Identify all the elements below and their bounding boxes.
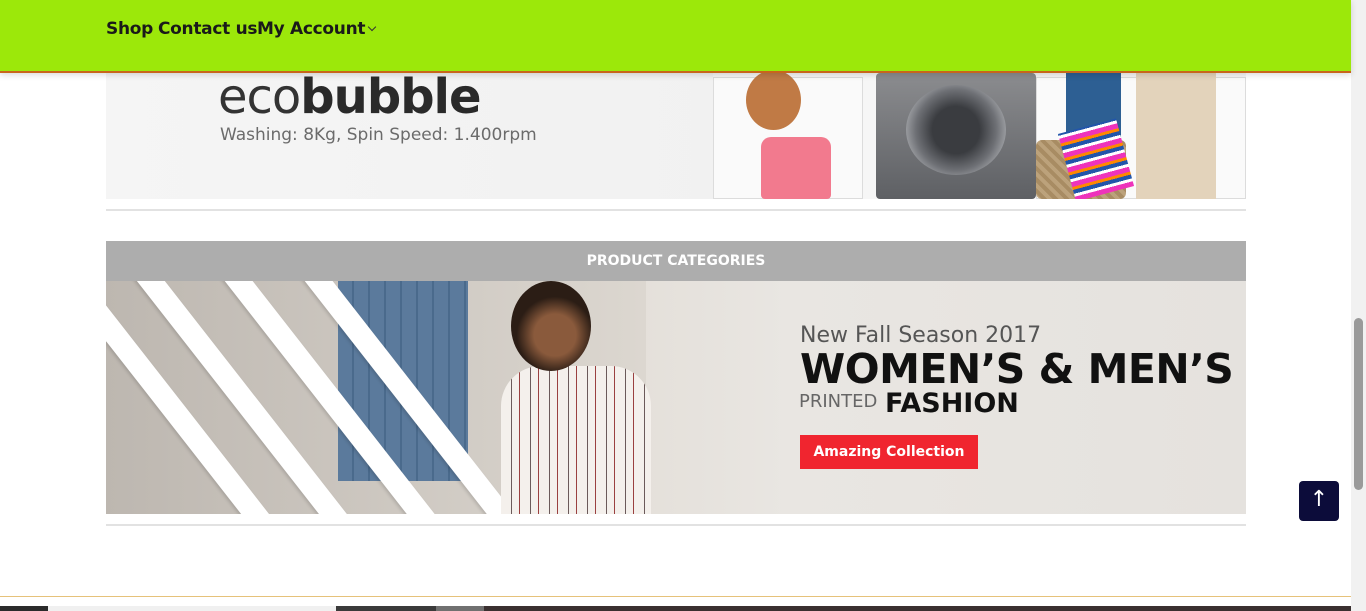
- ecobubble-title: ecobubble: [218, 69, 482, 125]
- scroll-to-top-button[interactable]: ↑: [1299, 481, 1339, 521]
- ecobubble-banner[interactable]: ecobubble Washing: 8Kg, Spin Speed: 1.40…: [106, 55, 1246, 199]
- model-head: [511, 281, 591, 371]
- footer-image-strip: [0, 606, 1351, 611]
- product-categories-header: PRODUCT CATEGORIES: [106, 241, 1246, 281]
- ecobubble-subtitle: Washing: 8Kg, Spin Speed: 1.400rpm: [220, 125, 537, 145]
- arrow-up-icon: ↑: [1309, 487, 1329, 512]
- fashion-banner[interactable]: New Fall Season 2017 WOMEN’S & MEN’S PRI…: [106, 281, 1246, 514]
- chevron-down-icon: [368, 22, 377, 32]
- banner-girl-head: [746, 70, 801, 130]
- fashion-word: FASHION: [885, 388, 1019, 419]
- ecobubble-title-bold: bubble: [300, 69, 481, 125]
- nav-contact-link[interactable]: Contact us: [158, 19, 258, 39]
- fashion-title: WOMEN’S & MEN’S: [800, 345, 1234, 393]
- amazing-collection-button[interactable]: Amazing Collection: [800, 435, 978, 469]
- banner-person-legs: [1136, 65, 1216, 199]
- nav-my-account-dropdown[interactable]: My Account: [257, 19, 377, 39]
- washer-door: [906, 85, 1006, 175]
- nav-my-account-label: My Account: [257, 19, 366, 39]
- model-dress: [501, 366, 651, 514]
- page-scrollbar[interactable]: [1351, 0, 1366, 611]
- section-divider: [106, 524, 1246, 526]
- top-navbar: Shop Contact us My Account: [0, 0, 1351, 73]
- section-divider: [106, 209, 1246, 211]
- fashion-printed-text: PRINTED: [799, 391, 878, 412]
- nav-shop-link[interactable]: Shop: [106, 19, 153, 39]
- scrollbar-thumb[interactable]: [1354, 318, 1363, 490]
- banner-pink-shirt: [761, 137, 831, 199]
- ecobubble-title-light: eco: [218, 69, 301, 125]
- footer-top-border: [0, 596, 1351, 597]
